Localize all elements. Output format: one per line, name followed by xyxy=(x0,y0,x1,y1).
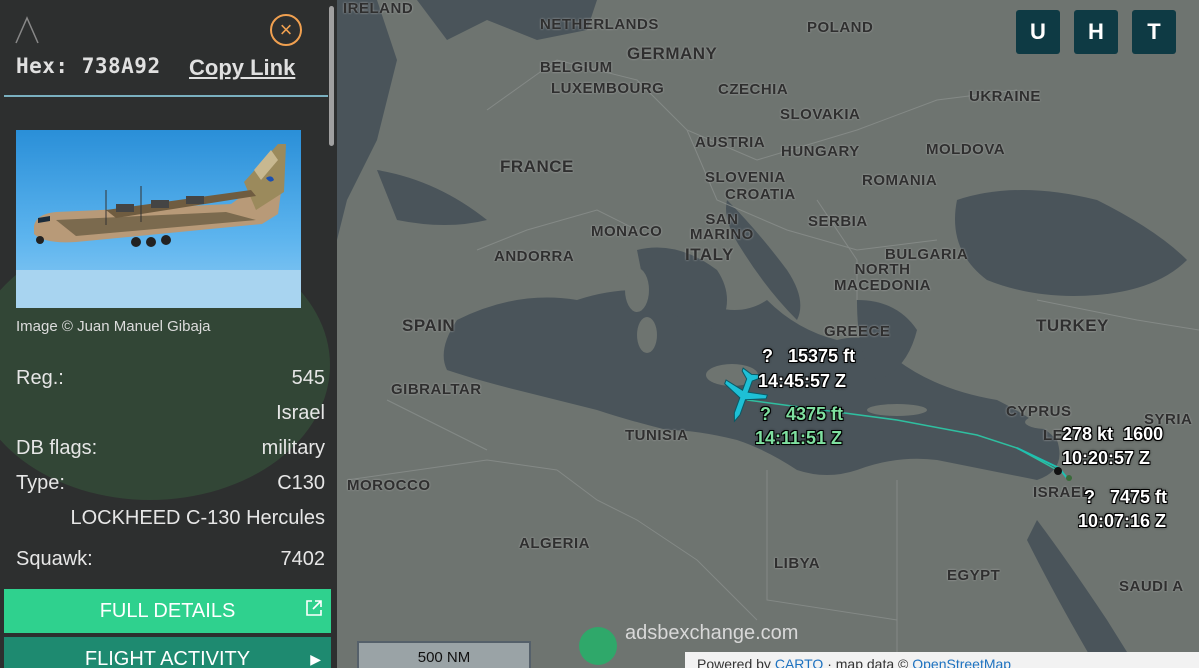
country-label: TUNISIA xyxy=(625,427,689,444)
country-label: MOLDOVA xyxy=(926,141,1006,158)
country-label: ITALY xyxy=(685,245,734,264)
label-speed: 278 kt xyxy=(1062,424,1114,444)
attribution-mid: · map data © xyxy=(823,656,913,668)
separator xyxy=(4,95,328,97)
country-label: EGYPT xyxy=(947,567,1001,584)
type-label: Type: xyxy=(16,472,65,494)
country-label: NORTH MACEDONIA xyxy=(834,261,931,294)
hex-label: Hex: xyxy=(16,54,69,78)
track-label-3-time: 10:20:57 Z xyxy=(1062,448,1151,468)
track-label-1-time: 14:45:57 Z xyxy=(758,371,847,391)
scale-bar: 500 NM xyxy=(357,641,531,668)
osm-link[interactable]: OpenStreetMap xyxy=(912,656,1011,668)
label-q: ? xyxy=(762,346,773,366)
label-alt: 1600 xyxy=(1123,424,1164,444)
type-name: LOCKHEED C-130 Hercules xyxy=(70,507,325,529)
country-label: SLOVAKIA xyxy=(780,106,861,123)
toggle-u-button[interactable]: U xyxy=(1016,10,1060,54)
country-label: UKRAINE xyxy=(969,88,1041,105)
label-alt: 15375 ft xyxy=(788,346,856,366)
label-alt: 7475 ft xyxy=(1110,487,1168,507)
country-label: CYPRUS xyxy=(1006,403,1072,420)
chevron-right-icon: ▶ xyxy=(310,651,321,667)
country-label: BELGIUM xyxy=(540,59,613,76)
country-label: CZECHIA xyxy=(718,81,789,98)
reg-value: 545 xyxy=(291,367,325,389)
flight-activity-label: FLIGHT ACTIVITY xyxy=(84,648,251,668)
adsb-logo-icon xyxy=(579,627,617,665)
country-label: ANDORRA xyxy=(494,248,575,265)
track-label-2: ? 4375 ft xyxy=(760,404,843,425)
squawk-label: Squawk: xyxy=(16,548,93,570)
country-label: SERBIA xyxy=(808,213,868,230)
track-label-4-time: 10:07:16 Z xyxy=(1078,511,1167,531)
country-label: ISRAEL xyxy=(1033,484,1092,501)
type-value: C130 xyxy=(277,472,325,494)
track-label-4: ? 7475 ft xyxy=(1084,487,1167,508)
country-label: IRELAND xyxy=(343,0,414,17)
carto-link[interactable]: CARTO xyxy=(775,656,824,668)
track-label-1: ? 15375 ft xyxy=(762,346,855,367)
country-label: AUSTRIA xyxy=(695,134,766,151)
map-view[interactable]: IRELAND NETHERLANDS POLAND GERMANY BELGI… xyxy=(337,0,1199,668)
country-label: SLOVENIA xyxy=(705,169,786,186)
app-logo-icon xyxy=(15,16,39,44)
copy-link[interactable]: Copy Link xyxy=(189,55,295,81)
image-credit: Image © Juan Manuel Gibaja xyxy=(16,318,211,335)
label-alt: 4375 ft xyxy=(786,404,844,424)
country-label: FRANCE xyxy=(500,157,574,176)
country-label: ALGERIA xyxy=(519,535,590,552)
close-button[interactable]: × xyxy=(270,14,302,46)
dbflags-value: military xyxy=(261,437,325,459)
map-attribution: Powered by CARTO · map data © OpenStreet… xyxy=(685,652,1199,668)
brand-text: adsbexchange.com xyxy=(625,622,799,644)
toggle-h-button[interactable]: H xyxy=(1074,10,1118,54)
toggle-t-button[interactable]: T xyxy=(1132,10,1176,54)
country-label: HUNGARY xyxy=(781,143,860,160)
country-label: LE xyxy=(1043,427,1064,444)
country-label: LIBYA xyxy=(774,555,821,572)
reg-label: Reg.: xyxy=(16,367,64,389)
country-label: NETHERLANDS xyxy=(540,16,659,33)
country-label: MOROCCO xyxy=(347,477,431,494)
country-label: TURKEY xyxy=(1036,316,1109,335)
country-value: Israel xyxy=(276,402,325,424)
scrollbar[interactable] xyxy=(329,6,334,146)
dbflags-label: DB flags: xyxy=(16,437,98,459)
squawk-value: 7402 xyxy=(280,548,326,570)
hex-value: 738A92 xyxy=(81,54,161,78)
attribution-prefix: Powered by xyxy=(697,656,775,668)
track-label-3: 278 kt 1600 xyxy=(1062,424,1163,445)
flight-activity-button[interactable]: FLIGHT ACTIVITY ▶ xyxy=(4,637,331,668)
country-label: SAN MARINO xyxy=(690,211,754,243)
country-label: GERMANY xyxy=(627,44,718,63)
country-label: GREECE xyxy=(824,323,891,340)
external-link-icon xyxy=(306,600,322,616)
full-details-button[interactable]: FULL DETAILS xyxy=(4,589,331,633)
track-label-2-time: 14:11:51 Z xyxy=(755,428,843,448)
country-label: LUXEMBOURG xyxy=(551,80,665,97)
country-label: GIBRALTAR xyxy=(391,381,482,398)
country-label: SAUDI A xyxy=(1119,578,1184,595)
hex-row: Hex: 738A92 xyxy=(16,54,161,78)
label-q: ? xyxy=(1084,487,1095,507)
full-details-label: FULL DETAILS xyxy=(99,600,236,622)
label-q: ? xyxy=(760,404,771,424)
country-label: MONACO xyxy=(591,223,663,240)
country-label: CROATIA xyxy=(725,186,796,203)
country-label: POLAND xyxy=(807,19,874,36)
country-label: SPAIN xyxy=(402,316,456,335)
aircraft-sidebar: × Hex: 738A92 Copy Link Image © Juan Man… xyxy=(0,0,337,668)
aircraft-photo[interactable] xyxy=(16,130,301,308)
country-label: ROMANIA xyxy=(862,172,938,189)
